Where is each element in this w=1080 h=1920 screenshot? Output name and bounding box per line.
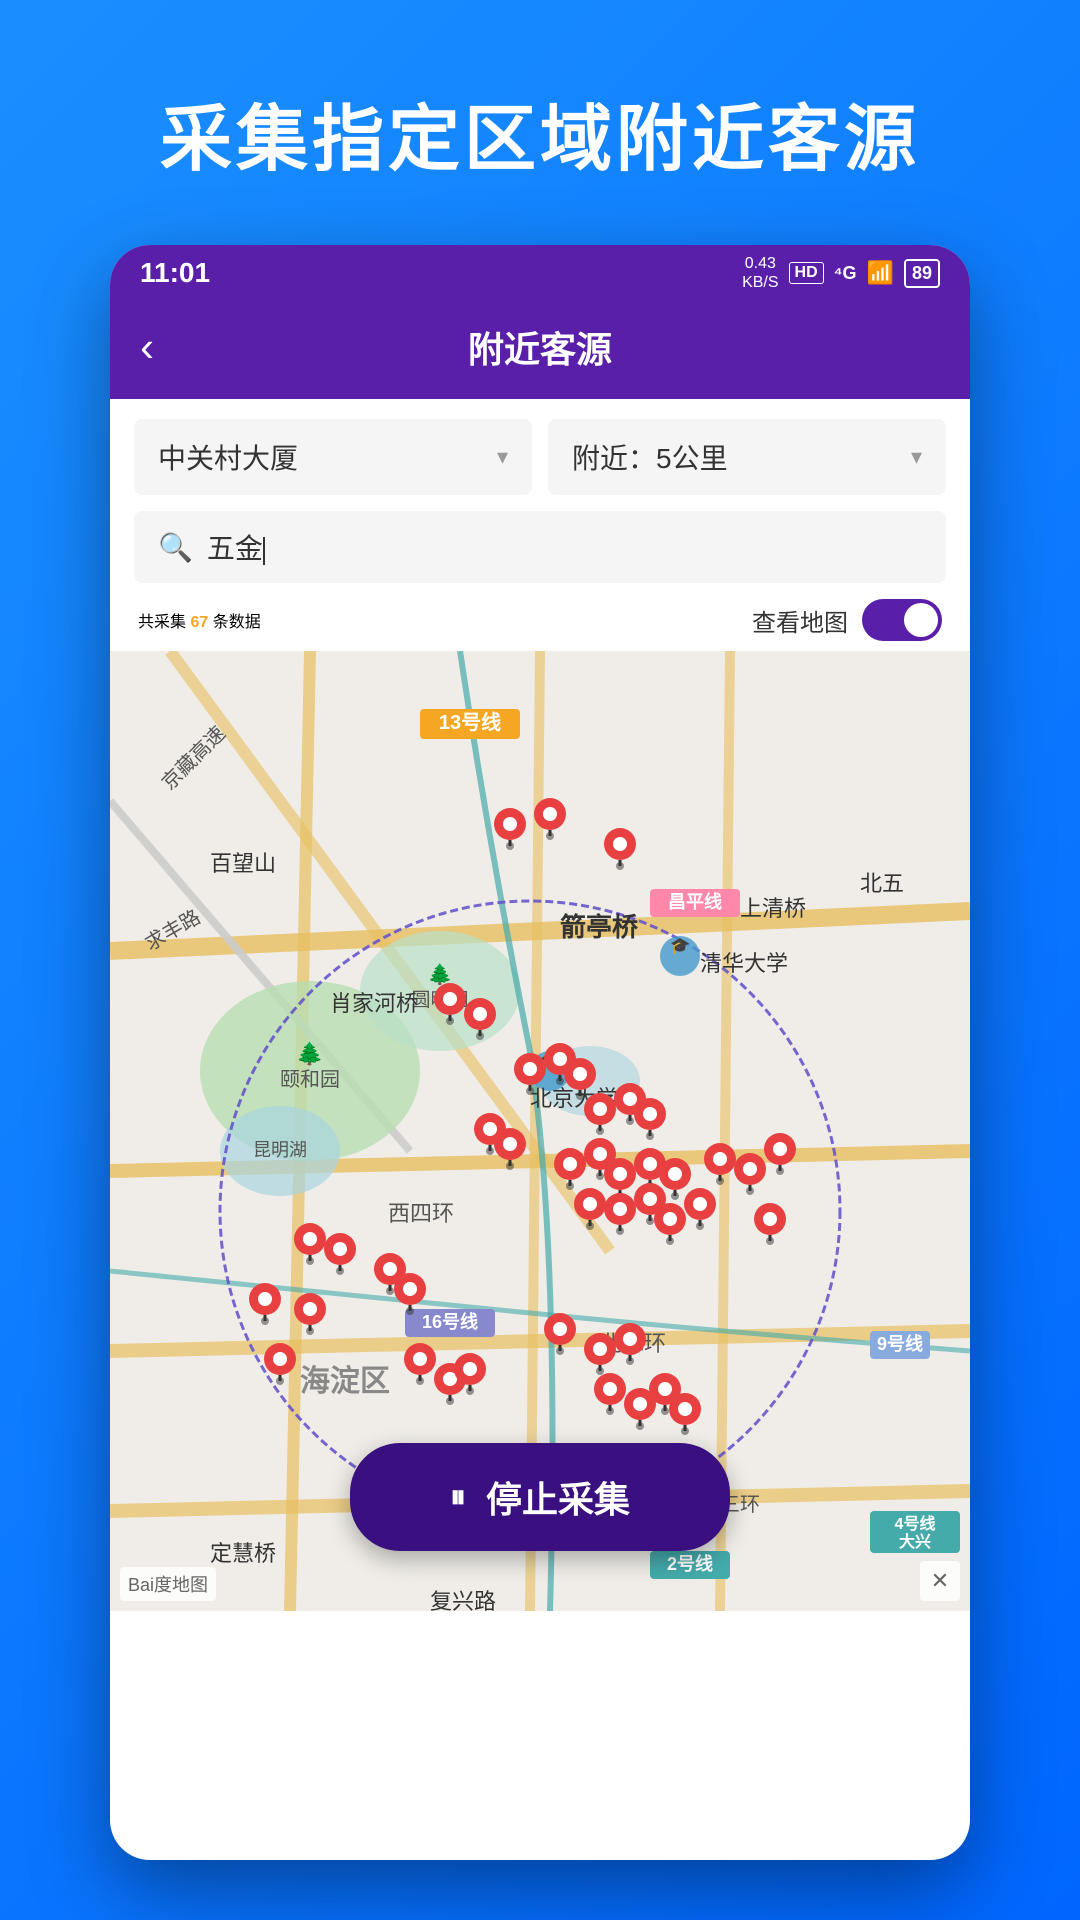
status-time: 11:01 bbox=[140, 257, 210, 289]
svg-text:复兴路: 复兴路 bbox=[430, 1589, 496, 1611]
location-label: 中关村大厦 bbox=[158, 437, 298, 477]
map-toggle-area: 查看地图 bbox=[752, 599, 942, 641]
stats-suffix: 条数据 bbox=[213, 614, 261, 631]
stop-collect-button[interactable]: ⏸ 停止采集 bbox=[350, 1443, 730, 1551]
map-area: 🌲 颐和园 昆明湖 🌲 圆明园 13号线 昌平线 16号线 bbox=[110, 651, 970, 1611]
network-type: ⁴G bbox=[834, 263, 857, 284]
svg-text:肖家河桥: 肖家河桥 bbox=[330, 991, 418, 1016]
svg-text:上清桥: 上清桥 bbox=[740, 896, 806, 921]
baidu-watermark: Bai度地图 bbox=[120, 1567, 216, 1601]
network-speed: 0.43KB/S bbox=[742, 254, 778, 292]
nearby-filter[interactable]: 附近：5公里 ▾ bbox=[548, 419, 946, 495]
search-bar[interactable]: 🔍 五金 bbox=[134, 511, 946, 583]
map-view-toggle[interactable] bbox=[862, 599, 942, 641]
svg-text:颐和园: 颐和园 bbox=[280, 1068, 340, 1091]
map-label: 查看地图 bbox=[752, 603, 848, 638]
svg-text:百望山: 百望山 bbox=[210, 851, 276, 876]
bottom-button-area: ⏸ 停止采集 bbox=[350, 1443, 730, 1551]
svg-text:西四环: 西四环 bbox=[388, 1201, 454, 1226]
status-icons: 0.43KB/S HD ⁴G 📶 89 bbox=[742, 254, 940, 292]
svg-text:4号线: 4号线 bbox=[895, 1514, 936, 1533]
pause-icon: ⏸ bbox=[450, 1478, 466, 1516]
battery-indicator: 89 bbox=[904, 259, 940, 288]
phone-frame: 11:01 0.43KB/S HD ⁴G 📶 89 ‹ 附近客源 中关村大厦 ▾… bbox=[110, 245, 970, 1860]
stats-row: 共采集 67 条数据 查看地图 bbox=[134, 599, 946, 641]
status-bar: 11:01 0.43KB/S HD ⁴G 📶 89 bbox=[110, 245, 970, 301]
svg-text:9号线: 9号线 bbox=[877, 1333, 923, 1354]
chevron-down-icon: ▾ bbox=[911, 444, 922, 470]
content-area: 中关村大厦 ▾ 附近：5公里 ▾ 🔍 五金 共采集 67 条数据 查看地图 bbox=[110, 399, 970, 641]
svg-text:🌲: 🌲 bbox=[428, 962, 453, 986]
hd-badge: HD bbox=[789, 262, 824, 284]
svg-text:定慧桥: 定慧桥 bbox=[210, 1541, 276, 1566]
svg-text:海淀区: 海淀区 bbox=[300, 1365, 390, 1398]
stats-prefix: 共采集 bbox=[138, 614, 186, 631]
top-bar: ‹ 附近客源 bbox=[110, 301, 970, 399]
filters-row: 中关村大厦 ▾ 附近：5公里 ▾ bbox=[134, 419, 946, 495]
svg-text:昌平线: 昌平线 bbox=[668, 891, 722, 912]
svg-text:清华大学: 清华大学 bbox=[700, 951, 788, 976]
stats-count: 67 bbox=[190, 614, 208, 631]
chevron-down-icon: ▾ bbox=[497, 444, 508, 470]
signal-icon: 📶 bbox=[867, 260, 894, 286]
back-button[interactable]: ‹ bbox=[140, 323, 154, 371]
svg-text:箭亭桥: 箭亭桥 bbox=[560, 912, 639, 942]
svg-text:🌲: 🌲 bbox=[296, 1041, 323, 1066]
search-icon: 🔍 bbox=[158, 531, 193, 564]
svg-text:13号线: 13号线 bbox=[439, 710, 501, 734]
svg-text:16号线: 16号线 bbox=[422, 1311, 478, 1332]
page-title: 附近客源 bbox=[468, 321, 612, 373]
search-input[interactable]: 五金 bbox=[207, 527, 922, 567]
stop-label: 停止采集 bbox=[486, 1471, 630, 1523]
svg-text:🎓: 🎓 bbox=[670, 938, 690, 955]
stats-text: 共采集 67 条数据 bbox=[138, 608, 261, 632]
page-headline: 采集指定区域附近客源 bbox=[100, 0, 980, 245]
svg-text:昆明湖: 昆明湖 bbox=[253, 1140, 307, 1160]
svg-text:北五: 北五 bbox=[860, 871, 904, 896]
close-icon[interactable]: ✕ bbox=[920, 1561, 960, 1601]
svg-text:2号线: 2号线 bbox=[667, 1553, 713, 1574]
svg-text:大兴: 大兴 bbox=[899, 1532, 931, 1551]
nearby-label: 附近：5公里 bbox=[572, 437, 728, 477]
location-filter[interactable]: 中关村大厦 ▾ bbox=[134, 419, 532, 495]
